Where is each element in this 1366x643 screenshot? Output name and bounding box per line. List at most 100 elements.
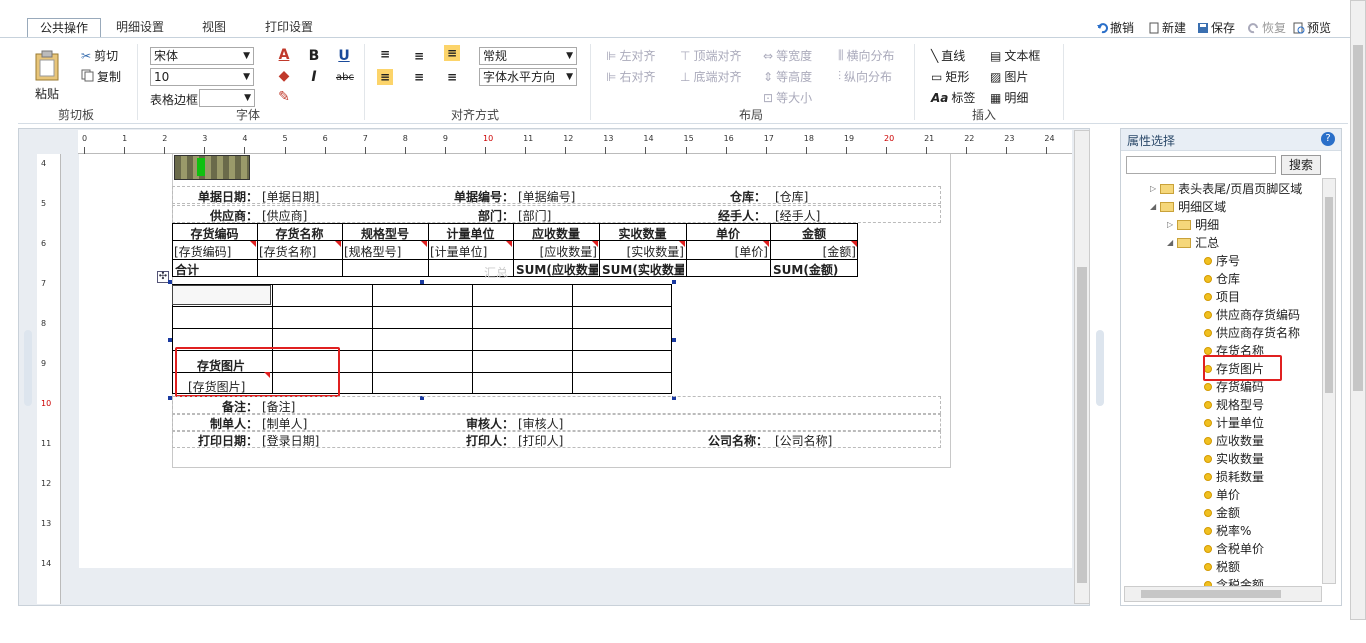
total-label[interactable]: 合计 xyxy=(175,261,199,278)
field-warehouse[interactable]: [仓库] xyxy=(775,188,808,205)
table-field[interactable]: [单价] xyxy=(688,243,768,260)
field-reviewer[interactable]: [审核人] xyxy=(518,415,563,432)
tree-item[interactable]: 计量单位 xyxy=(1204,414,1264,431)
copy-button[interactable]: 复制 xyxy=(81,68,121,85)
bold-button[interactable]: B xyxy=(306,48,322,64)
tree-item[interactable]: 税额 xyxy=(1204,558,1240,575)
panel-hscrollbar[interactable] xyxy=(1124,586,1322,602)
distribute-horizontal-button[interactable]: ⫼ 横向分布 xyxy=(838,47,895,64)
align-top-edge-button[interactable]: ⊤ 顶端对齐 xyxy=(680,47,741,64)
undo-button[interactable]: 撤销 xyxy=(1096,19,1134,36)
field-print-date[interactable]: [登录日期] xyxy=(262,432,319,449)
label-print-date[interactable]: 打印日期： xyxy=(176,432,258,449)
label-reviewer[interactable]: 审核人： xyxy=(430,415,514,432)
tree-item[interactable]: 损耗数量 xyxy=(1204,468,1264,485)
table-field[interactable]: [金额] xyxy=(772,243,856,260)
field-bill-date[interactable]: [单据日期] xyxy=(262,188,319,205)
insert-rectangle-button[interactable]: ▭ 矩形 xyxy=(931,68,969,85)
total-received[interactable]: SUM(应收数量) xyxy=(516,261,598,278)
align-bottom-edge-button[interactable]: ⊥ 底端对齐 xyxy=(680,68,741,85)
pen-icon[interactable]: ✎ xyxy=(276,89,292,105)
preview-button[interactable]: 预览 xyxy=(1293,19,1331,36)
align-right-icon[interactable]: ≡ xyxy=(444,69,460,85)
search-button[interactable]: 搜索 xyxy=(1281,155,1321,175)
insert-image-button[interactable]: ▨ 图片 xyxy=(990,68,1028,85)
property-search-input[interactable] xyxy=(1126,156,1276,174)
tree-item[interactable]: 实收数量 xyxy=(1204,450,1264,467)
selection-handle[interactable] xyxy=(672,338,676,342)
align-middle-icon[interactable]: ≡ xyxy=(411,48,427,64)
font-size-select[interactable]: 10 ▼ xyxy=(150,68,254,86)
panel-scrollbar[interactable] xyxy=(1322,178,1336,584)
tab-detail-settings[interactable]: 明细设置 xyxy=(105,18,175,38)
tree-item[interactable]: 含税单价 xyxy=(1204,540,1264,557)
font-family-select[interactable]: 宋体 ▼ xyxy=(150,47,254,65)
label-maker[interactable]: 制单人： xyxy=(176,415,258,432)
tree-item[interactable]: ▷ 表头表尾/页眉页脚区域 xyxy=(1150,180,1302,197)
window-scrollbar[interactable] xyxy=(1350,0,1366,620)
tab-common[interactable]: 公共操作 xyxy=(27,18,101,38)
new-button[interactable]: 新建 xyxy=(1148,19,1186,36)
tree-item[interactable]: 规格型号 xyxy=(1204,396,1264,413)
field-remark[interactable]: [备注] xyxy=(262,398,295,415)
distribute-vertical-button[interactable]: ⫶ 纵向分布 xyxy=(838,68,892,85)
field-bill-no[interactable]: [单据编号] xyxy=(518,188,575,205)
align-bottom-icon[interactable]: ≡ xyxy=(444,45,460,61)
selection-handle[interactable] xyxy=(420,280,424,284)
field-handler[interactable]: [经手人] xyxy=(775,207,820,224)
tree-item[interactable]: 单价 xyxy=(1204,486,1240,503)
insert-line-button[interactable]: ╲ 直线 xyxy=(931,47,965,64)
table-field[interactable]: [实收数量] xyxy=(601,243,684,260)
table-field[interactable]: [应收数量] xyxy=(515,243,597,260)
tree-item[interactable]: 应收数量 xyxy=(1204,432,1264,449)
tree-item[interactable]: 供应商存货编码 xyxy=(1204,306,1300,323)
field-supplier[interactable]: [供应商] xyxy=(262,207,307,224)
window-scrollbar-thumb[interactable] xyxy=(1353,45,1363,391)
label-printer[interactable]: 打印人： xyxy=(430,432,514,449)
align-left-button[interactable]: ⊫ 左对齐 xyxy=(606,47,655,64)
collapse-icon[interactable]: ◢ xyxy=(1167,238,1173,247)
scrollbar-thumb[interactable] xyxy=(1077,267,1087,583)
selection-handle[interactable] xyxy=(168,280,172,284)
align-top-icon[interactable]: ≡ xyxy=(377,46,393,62)
expand-icon[interactable]: ▷ xyxy=(1167,220,1173,229)
right-collapse-handle[interactable] xyxy=(1096,330,1104,406)
equal-width-button[interactable]: ⇔ 等宽度 xyxy=(763,47,812,64)
field-company[interactable]: [公司名称] xyxy=(775,432,832,449)
tab-view[interactable]: 视图 xyxy=(188,18,240,38)
tree-item[interactable]: 仓库 xyxy=(1204,270,1240,287)
underline-button[interactable]: U xyxy=(336,48,352,64)
tab-print-settings[interactable]: 打印设置 xyxy=(256,18,322,38)
total-actual[interactable]: SUM(实收数量) xyxy=(602,261,684,278)
tree-item[interactable]: 供应商存货名称 xyxy=(1204,324,1300,341)
table-field[interactable]: [计量单位] xyxy=(430,243,511,260)
label-supplier[interactable]: 供应商： xyxy=(176,207,258,224)
label-company[interactable]: 公司名称： xyxy=(688,432,768,449)
table-field[interactable]: [存货名称] xyxy=(259,243,340,260)
label-warehouse[interactable]: 仓库： xyxy=(686,188,766,205)
left-collapse-handle[interactable] xyxy=(24,330,32,406)
selected-cell[interactable] xyxy=(172,285,271,305)
help-icon[interactable]: ? xyxy=(1321,132,1335,146)
table-field[interactable]: [存货编码] xyxy=(174,243,255,260)
table-field[interactable]: [规格型号] xyxy=(344,243,426,260)
insert-label-button[interactable]: Aa 标签 xyxy=(931,89,975,106)
tree-item[interactable]: ◢ 明细区域 xyxy=(1150,198,1226,215)
panel-hscrollbar-thumb[interactable] xyxy=(1141,590,1281,598)
tree-item[interactable]: 项目 xyxy=(1204,288,1240,305)
label-bill-date[interactable]: 单据日期： xyxy=(176,188,258,205)
align-right-button[interactable]: ⊫ 右对齐 xyxy=(606,68,655,85)
font-color-button[interactable]: A xyxy=(276,47,292,63)
cut-button[interactable]: ✂ 剪切 xyxy=(81,47,118,64)
insert-detail-button[interactable]: ▦ 明细 xyxy=(990,89,1028,106)
label-bill-no[interactable]: 单据编号： xyxy=(430,188,514,205)
text-style-select[interactable]: 常规 ▼ xyxy=(479,47,577,65)
expand-icon[interactable]: ▷ xyxy=(1150,184,1156,193)
design-scrollbar[interactable] xyxy=(1074,130,1090,604)
panel-scrollbar-thumb[interactable] xyxy=(1325,197,1333,393)
equal-height-button[interactable]: ⇕ 等高度 xyxy=(763,68,812,85)
logo-image[interactable] xyxy=(174,155,250,180)
fill-color-icon[interactable]: ◆ xyxy=(276,68,292,84)
align-left-icon[interactable]: ≡ xyxy=(377,69,393,85)
tree-item[interactable]: 序号 xyxy=(1204,252,1240,269)
